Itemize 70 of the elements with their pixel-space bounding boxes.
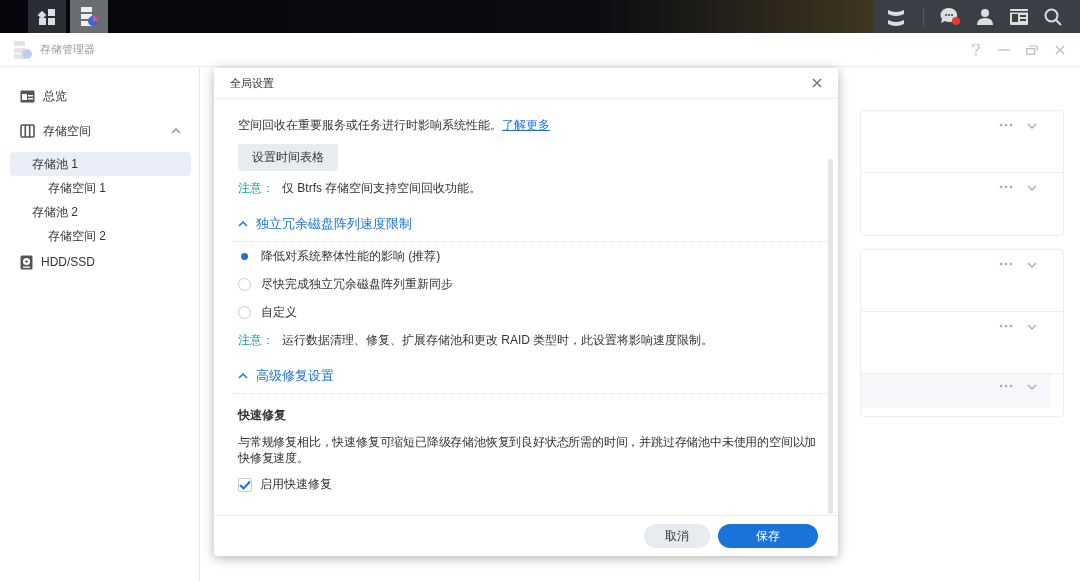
note-text: 仅 Btrfs 存储空间支持空间回收功能。 <box>282 180 482 197</box>
sidebar-item[interactable]: 存储空间 1 <box>10 176 191 200</box>
restore-icon <box>1026 44 1038 55</box>
more-icon <box>999 324 1013 328</box>
close-icon <box>1055 44 1065 55</box>
sidebar-item[interactable]: 总览 <box>10 82 191 110</box>
minimize-icon <box>998 48 1010 51</box>
storage-manager-icon <box>79 5 99 28</box>
taskbar-app[interactable] <box>28 0 66 33</box>
radio-label: 降低对系统整体性能的影响 (推荐) <box>261 248 441 265</box>
widget-icon <box>1009 7 1029 26</box>
more-button[interactable] <box>999 123 1013 127</box>
chevron-down-icon <box>1027 262 1037 268</box>
chevron-down-icon <box>1027 123 1037 129</box>
search-icon <box>1044 7 1062 26</box>
radio-label: 尽快完成独立冗余磁盘阵列重新同步 <box>261 276 453 293</box>
radio-button[interactable] <box>238 278 251 291</box>
scrollbar[interactable] <box>828 159 833 514</box>
expand-button[interactable] <box>1027 384 1037 390</box>
more-button[interactable] <box>999 384 1013 388</box>
chevron-down-icon <box>1027 324 1037 330</box>
overview-icon <box>20 89 35 103</box>
more-icon <box>999 185 1013 189</box>
close-icon <box>812 78 822 88</box>
note-text: 运行数据清理、修复、扩展存储池和更改 RAID 类型时，此设置将影响速度限制。 <box>282 332 714 349</box>
more-button[interactable] <box>999 324 1013 328</box>
schedule-button[interactable]: 设置时间表格 <box>238 144 338 171</box>
save-button[interactable]: 保存 <box>718 524 818 548</box>
more-icon <box>999 262 1013 266</box>
description-text: 与常规修复相比，快速修复可缩短已降级存储池恢复到良好状态所需的时间，并跳过存储池中未使用的空间以加快修复速度。 <box>238 435 818 466</box>
dialog-title: 全局设置 <box>230 75 274 91</box>
note-label: 注意： <box>238 332 274 349</box>
expand-button[interactable] <box>1027 324 1037 330</box>
sidebar-item[interactable]: 存储空间 2 <box>10 224 191 248</box>
more-icon <box>999 384 1013 388</box>
user-icon <box>976 7 994 26</box>
cancel-button[interactable]: 取消 <box>644 524 710 548</box>
sidebar-item[interactable]: HDD/SSD <box>10 248 191 276</box>
radio-button[interactable] <box>238 306 251 319</box>
radio-button[interactable] <box>238 250 251 263</box>
expand-button[interactable] <box>1027 262 1037 268</box>
columns-icon <box>20 124 35 138</box>
expand-button[interactable] <box>1027 185 1037 191</box>
chevron-up-icon <box>171 128 181 134</box>
more-icon <box>999 123 1013 127</box>
intro-text: 空间回收在重要服务或任务进行时影响系统性能。了解更多 <box>238 117 551 134</box>
storage-manager-icon <box>12 39 34 60</box>
radio-label: 自定义 <box>261 304 297 321</box>
close-button[interactable] <box>812 78 822 88</box>
expand-button[interactable] <box>1027 123 1037 129</box>
taskbar-app[interactable] <box>70 0 108 33</box>
help-icon <box>972 43 980 56</box>
sidebar-item[interactable]: 存储池 2 <box>10 200 191 224</box>
chevron-down-icon <box>1027 384 1037 390</box>
grid-icon <box>38 7 56 26</box>
chevron-up-icon <box>238 373 248 379</box>
more-button[interactable] <box>999 185 1013 189</box>
chevron-up-icon <box>238 221 248 227</box>
checkbox-label: 启用快速修复 <box>260 476 332 493</box>
section-header[interactable]: 高级修复设置 <box>232 366 828 393</box>
more-button[interactable] <box>999 262 1013 266</box>
sidebar-item[interactable]: 存储空间 <box>10 117 191 145</box>
checkbox[interactable] <box>238 477 252 492</box>
window-title: 存储管理器 <box>40 42 95 57</box>
note-label: 注意： <box>238 180 274 197</box>
chevron-down-icon <box>1027 185 1037 191</box>
subsection-heading: 快速修复 <box>238 407 287 424</box>
section-header[interactable]: 独立冗余磁盘阵列速度限制 <box>232 214 828 241</box>
sidebar-item[interactable]: 存储池 1 <box>10 152 191 176</box>
learn-more-link[interactable]: 了解更多 <box>502 118 550 132</box>
